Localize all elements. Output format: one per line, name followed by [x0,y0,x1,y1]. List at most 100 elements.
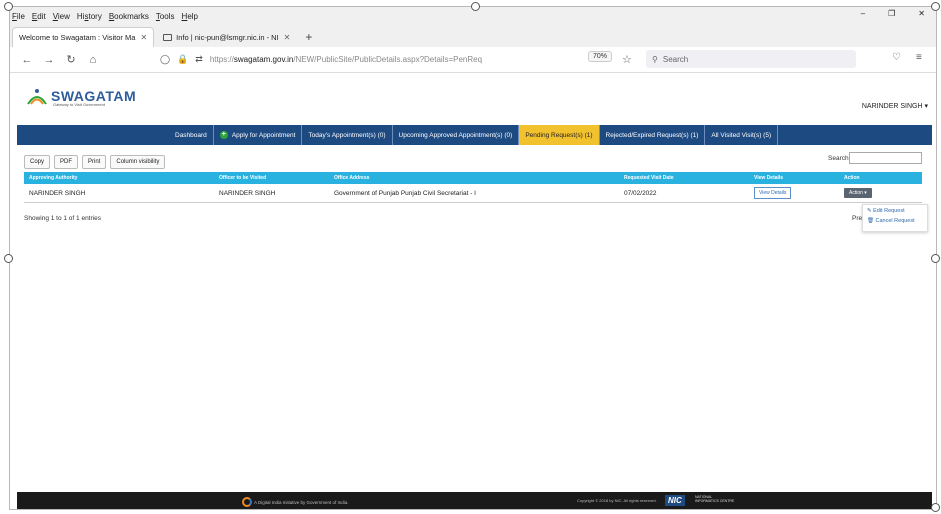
nav-todays-appointments[interactable]: Today's Appointment(s) (0) [302,125,393,145]
column-header[interactable]: View Details [749,172,839,184]
nav-dashboard[interactable]: Dashboard [169,125,214,145]
digital-india-logo: A Digital India Initiative by Government… [242,497,349,507]
minimize-icon[interactable]: – [861,9,865,18]
user-menu[interactable]: NARINDER SINGH ▾ [862,102,928,110]
lock-icon: 🔒 [177,54,189,64]
hamburger-menu-icon[interactable]: ≡ [916,52,922,63]
nav-label: Rejected/Expired Request(s) (1) [605,131,699,139]
column-header[interactable]: Office Address [329,172,619,184]
close-icon[interactable]: ✕ [918,9,925,18]
back-icon[interactable]: ← [16,54,38,66]
table-tools: Copy PDF Print Column visibility [24,155,169,169]
cell-officer: NARINDER SINGH [219,189,276,197]
tab-title: Welcome to Swagatam : Visitor Ma [19,33,136,42]
copy-button[interactable]: Copy [24,155,51,169]
resize-handle[interactable] [931,503,940,512]
nav-label: Pending Request(s) (1) [525,131,593,139]
resize-handle[interactable] [4,254,13,263]
nav-pending-requests[interactable]: Pending Request(s) (1) [519,125,600,145]
digital-india-text: A Digital India Initiative by Government… [254,499,349,505]
previous-page-link[interactable]: Pre [852,215,862,222]
nic-logo: NIC [665,495,685,506]
action-dropdown-button[interactable]: Action ▾ [844,188,872,198]
nav-label: Dashboard [175,131,207,139]
table-search-label: Search: [828,155,851,162]
restore-icon[interactable]: ❐ [888,9,895,18]
url-domain: swagatam.gov.in [233,55,294,64]
pdf-button[interactable]: PDF [54,155,79,169]
url-path: /NEW/PublicSite/PublicDetails.aspx?Detai… [293,55,483,64]
new-tab-button[interactable]: + [305,30,312,47]
menu-history[interactable]: History [77,12,102,21]
forward-icon[interactable]: → [38,54,60,66]
shield-icon: ◯ [160,54,171,64]
column-header[interactable]: Action [839,172,922,184]
reload-icon[interactable]: ↻ [60,53,82,66]
tab-swagatam[interactable]: Welcome to Swagatam : Visitor Ma ✕ [12,27,155,47]
logo-subtitle: Gateway to Visit Government [53,102,105,107]
copyright-text: Copyright © 2018 by NIC. All rights rese… [577,498,657,503]
search-placeholder: Search [662,54,689,64]
pocket-icon[interactable]: ♡ [892,52,901,63]
menu-tools[interactable]: Tools [156,12,175,21]
nav-label: Today's Appointment(s) (0) [308,131,386,139]
digital-india-icon [242,497,252,507]
cell-action: Action ▾ [839,188,922,198]
site-nav: Dashboard + Apply for Appointment Today's… [17,125,932,145]
url-bar[interactable]: ◯ 🔒 ⇄ https:// swagatam.gov.in /NEW/Publ… [160,51,730,69]
tab-strip: Welcome to Swagatam : Visitor Ma ✕ Info … [10,25,936,47]
resize-handle[interactable] [4,2,13,11]
column-visibility-button[interactable]: Column visibility [110,155,166,169]
nav-label: Upcoming Approved Appointment(s) (0) [398,131,513,139]
nav-visited-visits[interactable]: All Visited Visit(s) (5) [705,125,779,145]
print-button[interactable]: Print [82,155,107,169]
column-header[interactable]: Approving Authority [24,172,214,184]
cancel-request-item[interactable]: 🗑 Cancel Request [867,218,923,224]
menu-view[interactable]: View [53,12,70,21]
tab-mail[interactable]: Info | nic-pun@lsmgr.nic.in - NI ✕ [156,27,297,47]
plus-icon: + [219,131,228,139]
browser-window: File Edit View History Bookmarks Tools H… [9,6,937,510]
resize-handle[interactable] [931,2,940,11]
window-controls: – ❐ ✕ [861,9,932,18]
nav-label: All Visited Visit(s) (5) [711,131,772,139]
cell-view: View Details [749,187,839,199]
zoom-level[interactable]: 70% [588,51,613,62]
resize-handle[interactable] [931,254,940,263]
table-row: NARINDER SINGH NARINDER SINGH Government… [24,184,922,203]
home-icon[interactable]: ⌂ [82,54,104,66]
column-header[interactable]: Requested Visit Date [619,172,749,184]
site-footer: A Digital India Initiative by Government… [17,492,932,509]
browser-search-input[interactable]: ⚲ Search [646,50,856,68]
view-details-button[interactable]: View Details [754,187,792,199]
entries-info: Showing 1 to 1 of 1 entries [24,215,101,222]
navigation-bar: ← → ↻ ⌂ ◯ 🔒 ⇄ https:// swagatam.gov.in /… [10,47,936,73]
edit-request-item[interactable]: ✎ Edit Request [867,208,923,214]
permissions-icon: ⇄ [195,54,203,64]
nav-apply-appointment[interactable]: + Apply for Appointment [214,125,303,145]
column-header[interactable]: Officer to be Visited [214,172,329,184]
tab-title: Info | nic-pun@lsmgr.nic.in - NI [176,32,279,42]
search-icon: ⚲ [652,54,658,64]
close-tab-icon[interactable]: ✕ [284,33,291,42]
resize-handle[interactable] [471,2,480,11]
close-tab-icon[interactable]: ✕ [140,33,147,42]
table-header: Approving Authority Officer to be Visite… [24,172,922,184]
cell-date: 07/02/2022 [624,189,657,197]
menu-edit[interactable]: Edit [32,12,46,21]
bookmark-star-icon[interactable]: ☆ [622,53,632,66]
pending-requests-table: Approving Authority Officer to be Visite… [24,172,922,203]
cell-authority: NARINDER SINGH [29,189,86,197]
table-search-input[interactable] [849,152,922,164]
nic-subtitle: NATIONAL INFORMATICS CENTRE [695,495,735,503]
swagatam-logo[interactable]: SWAGATAM Gateway to Visit Government [26,86,136,107]
action-menu: ✎ Edit Request 🗑 Cancel Request [862,204,928,232]
nav-upcoming-appointments[interactable]: Upcoming Approved Appointment(s) (0) [393,125,520,145]
menu-file[interactable]: File [12,12,25,21]
mail-icon [163,33,173,41]
menu-bookmarks[interactable]: Bookmarks [109,12,149,21]
menu-help[interactable]: Help [182,12,198,21]
logo-mark-icon [27,89,47,105]
nav-rejected-requests[interactable]: Rejected/Expired Request(s) (1) [600,125,706,145]
url-scheme: https:// [209,55,234,64]
